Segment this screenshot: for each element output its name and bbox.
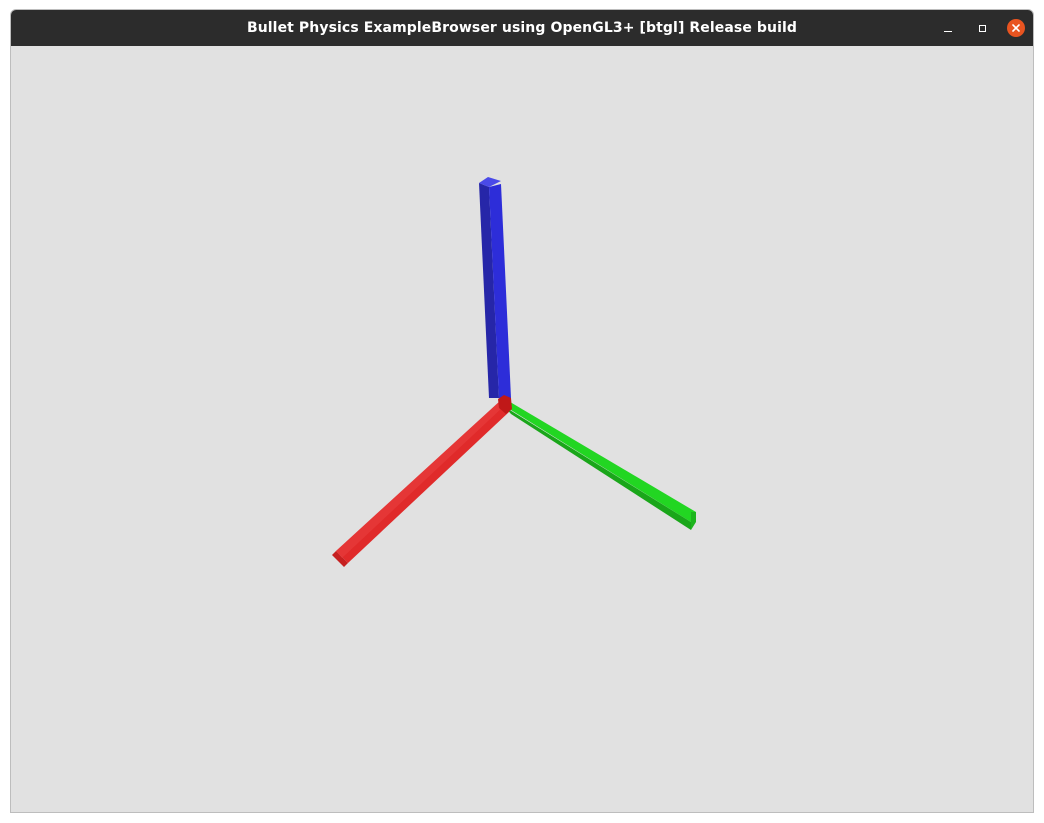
x-axis [332, 401, 510, 567]
title-bar[interactable]: Bullet Physics ExampleBrowser using Open… [11, 10, 1033, 46]
application-window: Bullet Physics ExampleBrowser using Open… [10, 9, 1034, 813]
opengl-viewport[interactable] [11, 46, 1033, 812]
window-title: Bullet Physics ExampleBrowser using Open… [246, 20, 798, 36]
minimize-icon [944, 30, 952, 32]
close-button[interactable] [1006, 18, 1026, 38]
minimize-button[interactable] [938, 18, 958, 38]
close-icon [1007, 19, 1025, 37]
scene-canvas [332, 177, 696, 567]
maximize-button[interactable] [972, 18, 992, 38]
y-axis [505, 399, 696, 530]
z-axis [479, 177, 511, 398]
maximize-icon [978, 24, 986, 32]
